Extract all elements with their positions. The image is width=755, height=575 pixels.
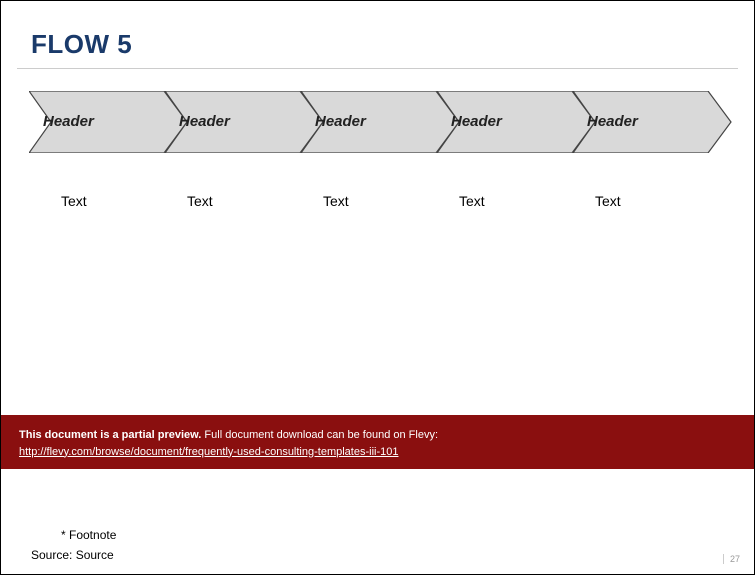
flow-step-5: Header bbox=[573, 91, 733, 158]
flow-step-header: Header bbox=[315, 113, 366, 130]
page-title: FLOW 5 bbox=[1, 1, 754, 68]
banner-link[interactable]: http://flevy.com/browse/document/frequen… bbox=[19, 446, 398, 458]
flow-diagram: Header Header Header Header Header bbox=[29, 91, 738, 181]
flow-text-5: Text bbox=[595, 193, 621, 209]
flow-text-3: Text bbox=[323, 193, 349, 209]
banner-rest-text: Full document download can be found on F… bbox=[201, 429, 438, 441]
banner-bold-text: This document is a partial preview. bbox=[19, 429, 201, 441]
preview-banner: This document is a partial preview. Full… bbox=[1, 415, 754, 469]
flow-step-header: Header bbox=[451, 113, 502, 130]
page-number: 27 bbox=[723, 554, 740, 564]
flow-text-1: Text bbox=[61, 193, 87, 209]
title-divider bbox=[17, 68, 738, 69]
flow-step-header: Header bbox=[43, 113, 94, 130]
flow-text-2: Text bbox=[187, 193, 213, 209]
flow-step-header: Header bbox=[587, 113, 638, 130]
flow-text-row: Text Text Text Text Text bbox=[29, 193, 738, 215]
flow-text-4: Text bbox=[459, 193, 485, 209]
footnote: * Footnote bbox=[61, 528, 116, 542]
flow-step-header: Header bbox=[179, 113, 230, 130]
source-text: Source: Source bbox=[31, 548, 114, 562]
